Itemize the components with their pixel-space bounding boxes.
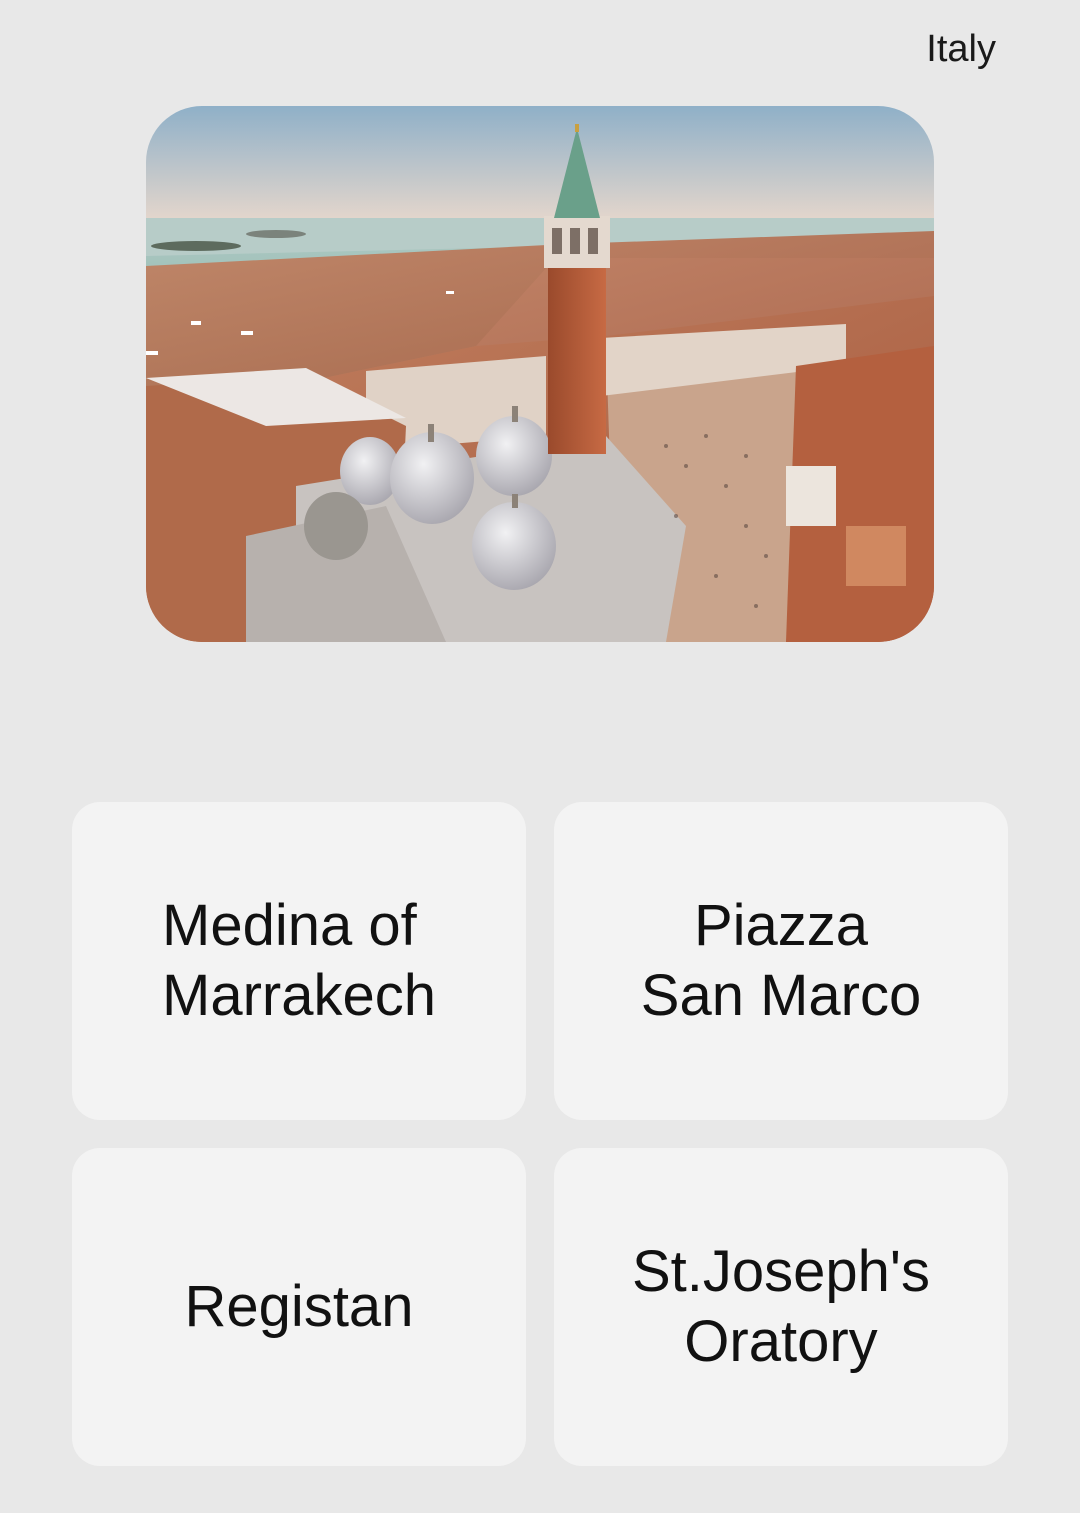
category-label: Italy [926, 28, 996, 70]
answer-label: St.Joseph's Oratory [631, 1239, 930, 1374]
answer-option-piazza-san-marco[interactable]: Piazza San Marco [554, 802, 1008, 1120]
answer-label: Piazza San Marco [640, 893, 922, 1028]
answer-option-st-josephs-oratory[interactable]: St.Joseph's Oratory [554, 1148, 1008, 1466]
answer-label: Medina of Marrakech [162, 893, 436, 1028]
answer-label: Registan [184, 1274, 414, 1339]
answer-option-registan[interactable]: Registan [72, 1148, 526, 1466]
answer-option-medina-of-marrakech[interactable]: Medina of Marrakech [72, 802, 526, 1120]
answer-grid: Medina of Marrakech Piazza San Marco Reg… [72, 802, 1008, 1466]
landmark-photo [146, 106, 934, 642]
